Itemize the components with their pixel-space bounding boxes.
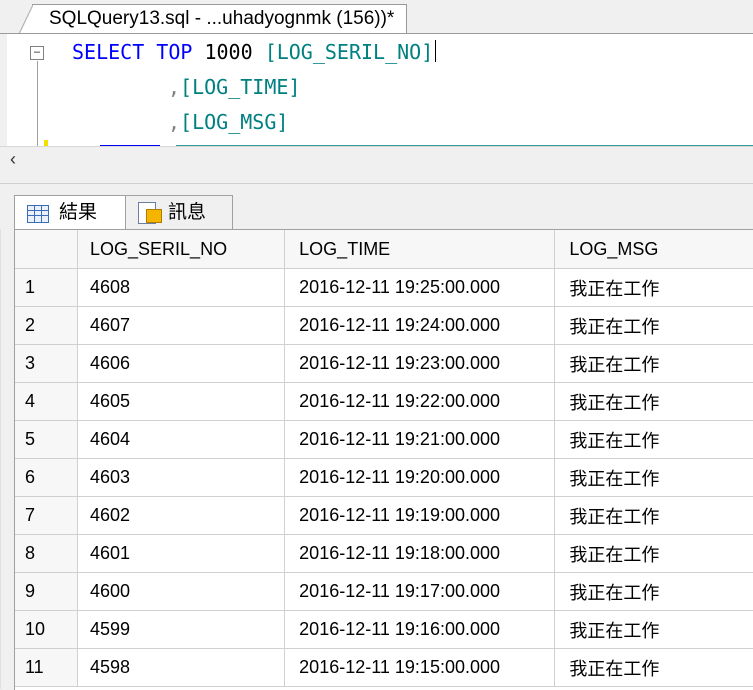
- header-row: LOG_SERIL_NO LOG_TIME LOG_MSG: [15, 230, 753, 269]
- table-row[interactable]: 6 4603 2016-12-11 19:20:00.000 我正在工作: [15, 458, 753, 497]
- table-row[interactable]: 8 4601 2016-12-11 19:18:00.000 我正在工作: [15, 534, 753, 573]
- column-identifier: [LOG_SERIL_NO]: [264, 40, 434, 64]
- cell-log-seril-no[interactable]: 4606: [77, 344, 286, 383]
- row-number[interactable]: 7: [15, 496, 79, 535]
- comma: ,: [168, 110, 181, 134]
- row-number[interactable]: 1: [15, 268, 79, 307]
- table-row[interactable]: 1 4608 2016-12-11 19:25:00.000 我正在工作: [15, 268, 753, 307]
- code-line-2: ,[LOG_TIME]: [168, 75, 300, 99]
- results-pane-border: [0, 229, 1, 689]
- row-number[interactable]: 10: [15, 610, 79, 649]
- cell-log-msg[interactable]: 我正在工作: [554, 648, 753, 687]
- corner-header-cell[interactable]: [15, 230, 79, 269]
- cell-log-time[interactable]: 2016-12-11 19:23:00.000: [284, 344, 556, 383]
- cell-log-seril-no[interactable]: 4598: [77, 648, 286, 687]
- results-table: LOG_SERIL_NO LOG_TIME LOG_MSG 1 4608 201…: [15, 230, 753, 687]
- editor-horizontal-scrollbar[interactable]: ‹: [0, 146, 753, 172]
- row-number[interactable]: 9: [15, 572, 79, 611]
- table-row[interactable]: 3 4606 2016-12-11 19:23:00.000 我正在工作: [15, 344, 753, 383]
- row-number[interactable]: 4: [15, 382, 79, 421]
- cell-log-time[interactable]: 2016-12-11 19:19:00.000: [284, 496, 556, 535]
- row-number[interactable]: 5: [15, 420, 79, 459]
- table-row[interactable]: 2 4607 2016-12-11 19:24:00.000 我正在工作: [15, 306, 753, 345]
- cell-log-msg[interactable]: 我正在工作: [554, 268, 753, 307]
- cell-log-time[interactable]: 2016-12-11 19:18:00.000: [284, 534, 556, 573]
- column-header-log-msg[interactable]: LOG_MSG: [554, 230, 753, 269]
- cell-log-seril-no[interactable]: 4607: [77, 306, 286, 345]
- results-tab-strip: 結果 訊息: [0, 184, 753, 230]
- message-icon: [138, 202, 162, 224]
- editor-results-splitter[interactable]: [0, 171, 753, 184]
- code-line-1: SELECT TOP 1000 [LOG_SERIL_NO]: [72, 40, 437, 64]
- table-row[interactable]: 11 4598 2016-12-11 19:15:00.000 我正在工作: [15, 648, 753, 687]
- keyword-select: SELECT: [72, 40, 145, 64]
- tab-results-label: 結果: [59, 202, 98, 223]
- tab-messages-label: 訊息: [168, 202, 207, 223]
- cell-log-time[interactable]: 2016-12-11 19:25:00.000: [284, 268, 556, 307]
- cell-log-time[interactable]: 2016-12-11 19:21:00.000: [284, 420, 556, 459]
- cell-log-msg[interactable]: 我正在工作: [554, 534, 753, 573]
- selection-margin: [0, 34, 7, 147]
- column-header-log-seril-no[interactable]: LOG_SERIL_NO: [77, 230, 286, 269]
- table-row[interactable]: 4 4605 2016-12-11 19:22:00.000 我正在工作: [15, 382, 753, 421]
- row-number[interactable]: 3: [15, 344, 79, 383]
- collapse-icon[interactable]: −: [30, 46, 44, 60]
- cell-log-seril-no[interactable]: 4600: [77, 572, 286, 611]
- cell-log-seril-no[interactable]: 4602: [77, 496, 286, 535]
- results-grid[interactable]: LOG_SERIL_NO LOG_TIME LOG_MSG 1 4608 201…: [14, 229, 753, 690]
- comma: ,: [168, 75, 181, 99]
- cell-log-msg[interactable]: 我正在工作: [554, 420, 753, 459]
- column-identifier: [LOG_TIME]: [180, 75, 301, 99]
- cell-log-seril-no[interactable]: 4601: [77, 534, 286, 573]
- document-tab-strip: SQLQuery13.sql - ...uhadyognmk (156))*: [0, 0, 753, 34]
- column-identifier: [LOG_MSG]: [180, 110, 289, 134]
- scroll-left-icon[interactable]: ‹: [4, 147, 22, 171]
- cell-log-msg[interactable]: 我正在工作: [554, 306, 753, 345]
- keyword-top: TOP: [156, 40, 193, 64]
- cell-log-msg[interactable]: 我正在工作: [554, 496, 753, 535]
- cell-log-time[interactable]: 2016-12-11 19:22:00.000: [284, 382, 556, 421]
- table-row[interactable]: 9 4600 2016-12-11 19:17:00.000 我正在工作: [15, 572, 753, 611]
- outline-line: [37, 61, 38, 147]
- column-header-log-time[interactable]: LOG_TIME: [284, 230, 556, 269]
- cell-log-msg[interactable]: 我正在工作: [554, 610, 753, 649]
- code-line-3: ,[LOG_MSG]: [168, 110, 288, 134]
- cell-log-time[interactable]: 2016-12-11 19:17:00.000: [284, 572, 556, 611]
- cell-log-msg[interactable]: 我正在工作: [554, 572, 753, 611]
- text-caret: [435, 40, 437, 62]
- row-number[interactable]: 2: [15, 306, 79, 345]
- cell-log-seril-no[interactable]: 4604: [77, 420, 286, 459]
- table-row[interactable]: 10 4599 2016-12-11 19:16:00.000 我正在工作: [15, 610, 753, 649]
- cell-log-msg[interactable]: 我正在工作: [554, 382, 753, 421]
- number-literal: 1000: [204, 40, 253, 64]
- cell-log-time[interactable]: 2016-12-11 19:20:00.000: [284, 458, 556, 497]
- grid-icon: [27, 205, 49, 223]
- row-number[interactable]: 6: [15, 458, 79, 497]
- table-row[interactable]: 7 4602 2016-12-11 19:19:00.000 我正在工作: [15, 496, 753, 535]
- tab-results[interactable]: 結果: [14, 195, 126, 229]
- cell-log-time[interactable]: 2016-12-11 19:16:00.000: [284, 610, 556, 649]
- row-number[interactable]: 11: [15, 648, 79, 687]
- tab-messages[interactable]: 訊息: [125, 195, 233, 229]
- cell-log-seril-no[interactable]: 4603: [77, 458, 286, 497]
- cell-log-seril-no[interactable]: 4599: [77, 610, 286, 649]
- cell-log-msg[interactable]: 我正在工作: [554, 344, 753, 383]
- cell-log-msg[interactable]: 我正在工作: [554, 458, 753, 497]
- row-number[interactable]: 8: [15, 534, 79, 573]
- table-row[interactable]: 5 4604 2016-12-11 19:21:00.000 我正在工作: [15, 420, 753, 459]
- sql-editor[interactable]: − SELECT TOP 1000 [LOG_SERIL_NO] ,[LOG_T…: [0, 33, 753, 147]
- cell-log-seril-no[interactable]: 4608: [77, 268, 286, 307]
- cell-log-seril-no[interactable]: 4605: [77, 382, 286, 421]
- cell-log-time[interactable]: 2016-12-11 19:15:00.000: [284, 648, 556, 687]
- cell-log-time[interactable]: 2016-12-11 19:24:00.000: [284, 306, 556, 345]
- query-document-tab[interactable]: SQLQuery13.sql - ...uhadyognmk (156))*: [18, 4, 408, 33]
